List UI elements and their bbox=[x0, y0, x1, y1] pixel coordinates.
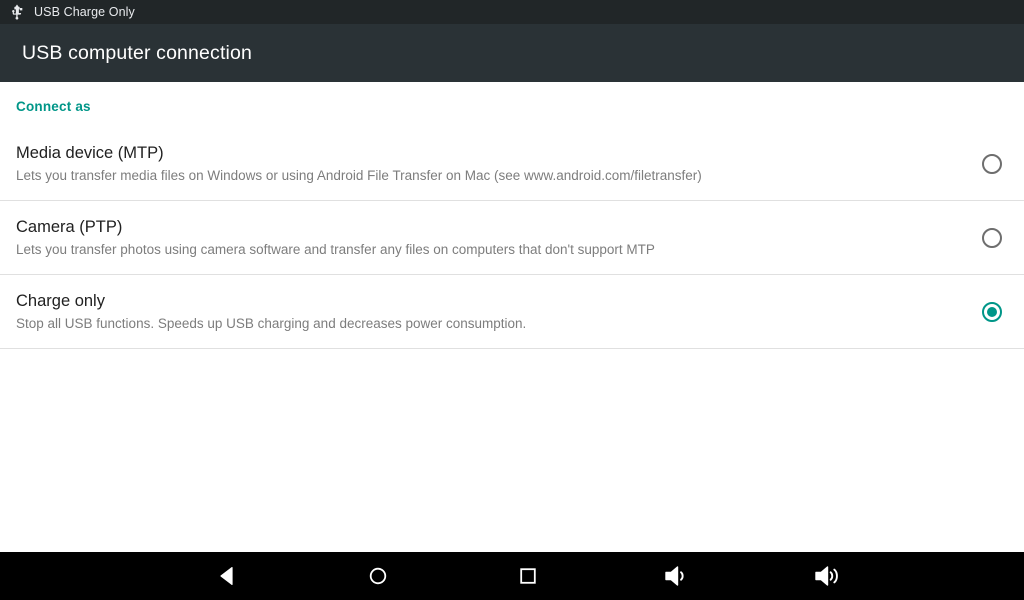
option-control[interactable] bbox=[960, 301, 1024, 322]
option-row-mtp[interactable]: Media device (MTP) Lets you transfer med… bbox=[0, 127, 1024, 201]
action-bar: USB computer connection bbox=[0, 24, 1024, 82]
section-header-connect-as: Connect as bbox=[16, 99, 91, 114]
nav-recents-button[interactable] bbox=[493, 552, 563, 600]
navigation-bar bbox=[0, 552, 1024, 600]
option-description: Lets you transfer photos using camera so… bbox=[16, 241, 655, 257]
option-control[interactable] bbox=[960, 227, 1024, 248]
nav-volume-down-button[interactable] bbox=[643, 552, 713, 600]
nav-home-button[interactable] bbox=[343, 552, 413, 600]
option-row-charge-only[interactable]: Charge only Stop all USB functions. Spee… bbox=[0, 275, 1024, 349]
option-texts: Camera (PTP) Lets you transfer photos us… bbox=[0, 217, 960, 259]
content-area: Connect as Media device (MTP) Lets you t… bbox=[0, 82, 1024, 552]
radio-button-mtp[interactable] bbox=[982, 153, 1002, 174]
android-settings-screen: USB Charge Only USB computer connection … bbox=[0, 0, 1024, 600]
radio-button-ptp[interactable] bbox=[982, 227, 1002, 248]
nav-volume-up-button[interactable] bbox=[793, 552, 863, 600]
volume-down-icon bbox=[665, 566, 684, 586]
radio-button-charge-only[interactable] bbox=[982, 301, 1002, 322]
back-icon bbox=[220, 567, 233, 585]
option-texts: Media device (MTP) Lets you transfer med… bbox=[0, 143, 960, 185]
option-description: Lets you transfer media files on Windows… bbox=[16, 167, 702, 183]
recents-icon bbox=[520, 568, 536, 584]
option-row-ptp[interactable]: Camera (PTP) Lets you transfer photos us… bbox=[0, 201, 1024, 275]
nav-back-button[interactable] bbox=[193, 552, 263, 600]
option-texts: Charge only Stop all USB functions. Spee… bbox=[0, 291, 960, 333]
volume-up-icon bbox=[815, 566, 838, 586]
option-title: Charge only bbox=[16, 291, 105, 310]
option-title: Camera (PTP) bbox=[16, 217, 123, 236]
status-bar-text: USB Charge Only bbox=[34, 5, 135, 19]
usb-icon bbox=[12, 4, 23, 20]
home-icon bbox=[369, 567, 387, 585]
page-title: USB computer connection bbox=[22, 41, 252, 64]
option-control[interactable] bbox=[960, 153, 1024, 174]
connection-options-list: Media device (MTP) Lets you transfer med… bbox=[0, 127, 1024, 349]
option-title: Media device (MTP) bbox=[16, 143, 164, 162]
option-description: Stop all USB functions. Speeds up USB ch… bbox=[16, 315, 527, 331]
status-bar: USB Charge Only bbox=[0, 0, 1024, 24]
